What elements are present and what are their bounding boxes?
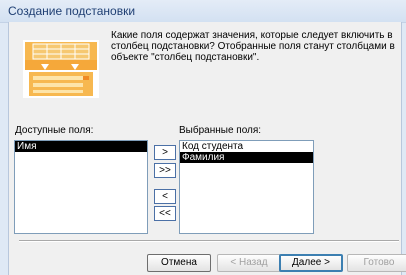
selected-fields-list[interactable]: Код студента Фамилия (179, 140, 314, 234)
add-field-button[interactable]: > (154, 145, 176, 160)
cancel-button[interactable]: Отмена (147, 254, 211, 272)
footer-divider (19, 240, 399, 242)
next-button[interactable]: Далее > (279, 254, 343, 272)
back-button[interactable]: < Назад (217, 254, 281, 272)
finish-button[interactable]: Готово (347, 254, 406, 272)
list-item[interactable]: Фамилия (180, 152, 313, 163)
add-all-fields-button[interactable]: >> (154, 163, 176, 178)
selected-fields-label: Выбранные поля: (179, 125, 262, 136)
table-illustration-icon (23, 40, 99, 98)
remove-field-button[interactable]: < (154, 189, 176, 204)
window-title: Создание подстановки (8, 4, 136, 18)
instruction-text: Какие поля содержат значения, которые сл… (111, 30, 395, 63)
available-fields-label: Доступные поля: (15, 125, 94, 136)
title-bar: Создание подстановки (0, 0, 406, 23)
remove-all-fields-button[interactable]: << (154, 206, 176, 221)
wizard-dialog: Какие поля содержат значения, которые сл… (8, 22, 406, 275)
list-item[interactable]: Имя (15, 141, 147, 152)
available-fields-list[interactable]: Имя (14, 140, 148, 234)
wizard-illustration (23, 40, 99, 98)
list-item[interactable]: Код студента (180, 141, 313, 152)
